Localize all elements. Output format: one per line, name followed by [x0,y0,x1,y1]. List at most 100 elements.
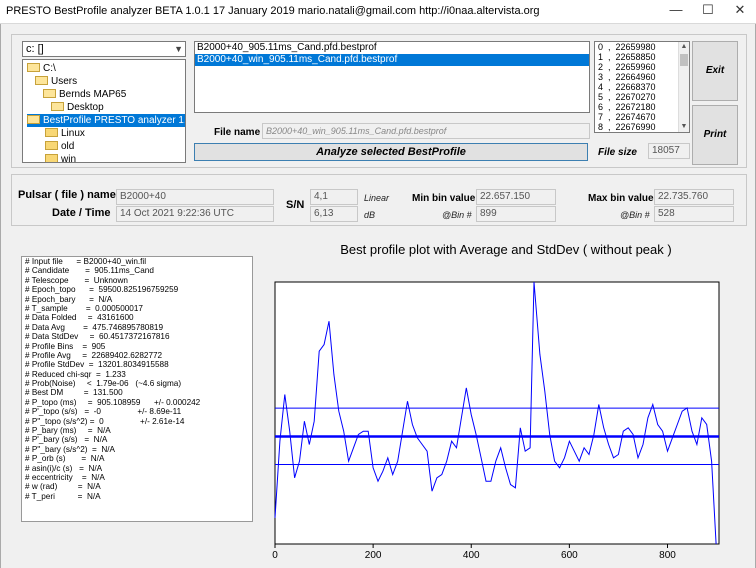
bin-row[interactable]: 4 , 22668370 [595,82,689,92]
max-bin-value: 22.735.760 [654,189,734,205]
main-frame: c: [] ▼ C:\ Users Bernds MAP65 Desktop BestP… [0,24,756,568]
folder-icon [45,128,58,137]
tree-item[interactable]: BestProfile PRESTO analyzer 1.0.1.e [27,114,185,127]
analyze-button[interactable]: Analyze selected BestProfile [194,143,588,161]
tree-item[interactable]: Linux [45,127,85,140]
min-bin-index-value: 899 [476,206,556,222]
info-line: # Epoch_bary = N/A [25,294,113,304]
profile-chart: 0 200 400 600 800 [272,281,720,561]
info-line: # P'_topo (s/s) = -0 +/- 8.69e-11 [25,407,182,417]
bin-row[interactable]: 2 , 22659960 [595,62,689,72]
x-tick-label: 600 [561,550,578,561]
tree-item[interactable]: Desktop [51,101,104,114]
info-line: # Data Avg = 475.746895780819 [25,322,164,332]
min-bin-index-label: @Bin # [442,210,472,220]
scroll-down-icon[interactable]: ▼ [679,122,689,132]
bin-row[interactable]: 5 , 22670270 [595,92,689,102]
folder-open-icon [27,63,40,72]
sn-db-value: 6,13 [310,206,358,222]
info-line: # T_sample = 0.000500017 [25,303,143,313]
tree-item[interactable]: win [45,153,76,162]
min-bin-label: Min bin value [412,193,476,204]
sn-label: S/N [286,199,305,211]
file-size-label: File size [598,147,637,158]
sn-linear-value: 4,1 [310,189,358,205]
file-list-item[interactable]: B2000+40_win_905.11ms_Cand.pfd.bestprof [195,54,589,66]
info-line: # Telescope = Unknown [25,275,128,285]
tree-item-label: C:\ [43,63,56,74]
x-tick-label: 0 [272,550,278,561]
x-tick-label: 400 [463,550,480,561]
pulsar-name-value: B2000+40 [116,189,274,205]
exit-button[interactable]: Exit [692,41,738,101]
date-time-value: 14 Oct 2021 9:22:36 UTC [116,206,274,222]
maximize-button[interactable]: ☐ [692,0,724,22]
info-line: # Reduced chi-sqr = 1.233 [25,369,126,379]
scroll-thumb[interactable] [680,54,688,66]
drive-value: c: [] [26,43,44,55]
info-line: # P''_topo (s/s^2) = 0 +/- 2.61e-14 [25,416,185,426]
min-bin-value: 22.657.150 [476,189,556,205]
info-line: # P_orb (s) = N/A [25,454,105,464]
chevron-down-icon[interactable]: ▼ [174,42,183,56]
info-line: # Profile Bins = 905 [25,341,106,351]
profile-info-text[interactable]: # Input file = B2000+40_win.fil # Candida… [21,256,253,522]
date-time-label: Date / Time [52,207,111,219]
max-bin-label: Max bin value [588,193,654,204]
bin-row[interactable]: 6 , 22672180 [595,102,689,112]
tree-item-label: Linux [61,128,85,139]
summary-panel: Pulsar ( file ) name B2000+40 Date / Tim… [11,174,747,226]
file-selection-panel: c: [] ▼ C:\ Users Bernds MAP65 Desktop BestP… [11,34,747,168]
file-list[interactable]: B2000+40_905.11ms_Cand.pfd.bestprof B2000… [194,41,590,113]
folder-open-icon [35,76,48,85]
directory-tree[interactable]: C:\ Users Bernds MAP65 Desktop BestProfile P… [22,59,186,163]
drive-select[interactable]: c: [] ▼ [22,41,186,57]
folder-open-icon [43,89,56,98]
max-bin-index-value: 528 [654,206,734,222]
db-label: dB [364,210,376,220]
bin-row[interactable]: 0 , 22659980 [595,42,689,52]
tree-item[interactable]: C:\ [27,62,56,75]
info-line: # eccentricity = N/A [25,472,105,482]
chart-title: Best profile plot with Average and StdDe… [340,242,672,257]
info-line: # P''_bary (s/s^2) = N/A [25,444,116,454]
minimize-button[interactable]: — [660,0,692,22]
tree-item[interactable]: Bernds MAP65 [43,88,126,101]
bins-scrollbar[interactable]: ▲ ▼ [678,42,689,132]
info-line: # Profile StdDev = 13201.8034915588 [25,360,169,370]
info-line: # Epoch_topo = 59500.825196759259 [25,285,179,295]
tree-item[interactable]: old [45,140,74,153]
file-size-value: 18057 [648,143,690,159]
tree-item-label: BestProfile PRESTO analyzer 1.0.1.e [43,115,185,126]
tree-item-label: Bernds MAP65 [59,89,127,100]
tree-item-label: Desktop [67,102,104,113]
x-tick-label: 200 [365,550,382,561]
folder-icon [45,154,58,162]
plot-area [274,281,720,545]
bin-row[interactable]: 9 , 22678570 [595,132,689,133]
folder-open-icon [27,115,40,124]
bin-row[interactable]: 7 , 22674670 [595,112,689,122]
file-list-item[interactable]: B2000+40_905.11ms_Cand.pfd.bestprof [195,42,589,54]
info-line: # T_peri = N/A [25,491,101,501]
tree-item-label: Users [51,76,78,87]
info-line: # P_topo (ms) = 905.108959 +/- 0.000242 [25,397,201,407]
max-bin-index-label: @Bin # [620,210,650,220]
info-line: # Data StdDev = 60.4517372167816 [25,332,170,342]
window-title: PRESTO BestProfile analyzer BETA 1.0.1 1… [6,5,540,17]
linear-label: Linear [364,193,390,203]
info-line: # P'_bary (s/s) = N/A [25,435,108,445]
info-line: # P_bary (ms) = N/A [25,426,111,436]
bin-row[interactable]: 1 , 22658850 [595,52,689,62]
file-name-label: File name [214,127,261,138]
tree-item[interactable]: Users [35,75,77,88]
bins-list[interactable]: 0 , 22659980 1 , 22658850 2 , 22659960 3 , … [594,41,690,133]
bin-row[interactable]: 8 , 22676990 [595,122,689,132]
scroll-up-icon[interactable]: ▲ [679,42,689,52]
bin-row[interactable]: 3 , 22664960 [595,72,689,82]
print-button[interactable]: Print [692,105,738,165]
close-button[interactable]: ✕ [724,0,756,22]
info-line: # Best DM = 131.500 [25,388,123,398]
file-name-field[interactable]: B2000+40_win_905.11ms_Cand.pfd.bestprof [262,123,590,139]
info-line: # w (rad) = N/A [25,482,101,492]
